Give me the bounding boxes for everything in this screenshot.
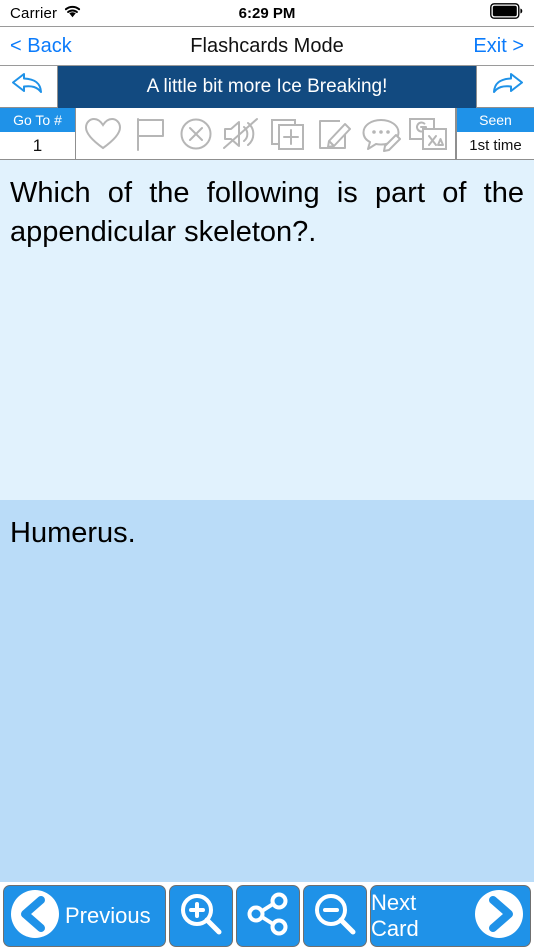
question-text: Which of the following is part of the ap… <box>10 177 524 248</box>
battery-full-icon <box>490 2 524 24</box>
deck-title-banner[interactable]: A little bit more Ice Breaking! <box>58 66 476 108</box>
google-translate-icon[interactable] <box>405 114 451 154</box>
status-bar-right <box>490 2 524 24</box>
redo-button[interactable] <box>476 66 534 108</box>
seen-count: 1st time <box>457 132 534 159</box>
question-panel[interactable]: Which of the following is part of the ap… <box>0 160 534 500</box>
undo-arrow-icon <box>10 71 48 102</box>
wifi-icon <box>63 4 82 23</box>
share-icon <box>245 891 291 942</box>
seen-label: Seen <box>457 108 534 132</box>
card-action-icons <box>76 108 456 160</box>
redo-arrow-icon <box>487 71 525 102</box>
zoom-in-icon <box>178 891 224 942</box>
bottom-toolbar: Previous Next Card <box>0 882 534 950</box>
previous-button[interactable]: Previous <box>3 885 166 947</box>
zoom-out-icon <box>312 891 358 942</box>
goto-control[interactable]: Go To # <box>0 108 76 160</box>
chevron-right-circle-icon <box>473 888 525 945</box>
seen-status[interactable]: Seen 1st time <box>456 108 534 160</box>
goto-input[interactable] <box>0 132 75 159</box>
speaker-mute-icon[interactable] <box>219 114 265 154</box>
goto-label: Go To # <box>0 108 75 132</box>
answer-panel[interactable]: Humerus. <box>0 500 534 888</box>
edit-pencil-icon[interactable] <box>312 114 358 154</box>
page-title: Flashcards Mode <box>190 34 344 57</box>
share-button[interactable] <box>236 885 300 947</box>
heart-icon[interactable] <box>80 114 126 154</box>
status-bar-left: Carrier <box>10 4 82 23</box>
close-circle-icon[interactable] <box>173 114 219 154</box>
deck-title: A little bit more Ice Breaking! <box>146 76 388 97</box>
next-card-button[interactable]: Next Card <box>370 885 531 947</box>
zoom-out-button[interactable] <box>303 885 367 947</box>
chevron-left-circle-icon <box>9 888 61 945</box>
deck-banner-row: A little bit more Ice Breaking! <box>0 66 534 108</box>
comment-pencil-icon[interactable] <box>358 114 404 154</box>
previous-label: Previous <box>65 903 151 928</box>
zoom-in-button[interactable] <box>169 885 233 947</box>
card-toolbar: Go To # 1 Seen 1st time <box>0 108 534 160</box>
status-bar: Carrier 6:29 PM <box>0 0 534 26</box>
undo-button[interactable] <box>0 66 58 108</box>
carrier-label: Carrier <box>10 4 58 22</box>
flashcards-screen: Carrier 6:29 PM < Back Flashcards Mode E… <box>0 0 534 950</box>
add-card-icon[interactable] <box>266 114 312 154</box>
back-button[interactable]: < Back <box>10 35 72 58</box>
next-card-label: Next Card <box>371 890 419 941</box>
navigation-bar: < Back Flashcards Mode Exit > <box>0 26 534 66</box>
flag-icon[interactable] <box>127 114 173 154</box>
answer-text: Humerus. <box>10 517 136 549</box>
exit-button[interactable]: Exit > <box>473 35 524 58</box>
